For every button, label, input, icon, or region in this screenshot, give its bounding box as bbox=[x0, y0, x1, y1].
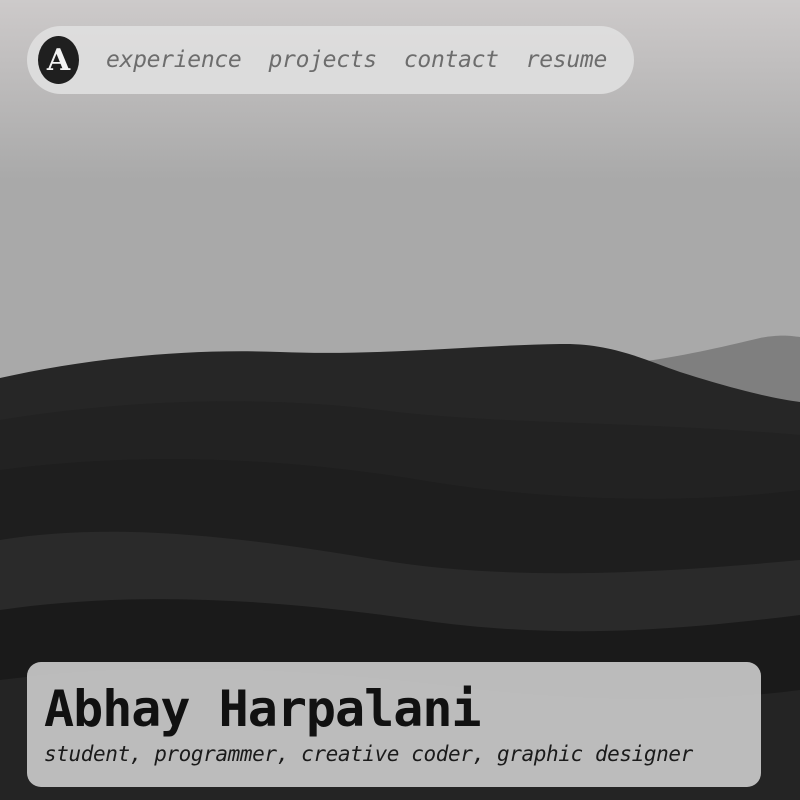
nav-link-contact[interactable]: contact bbox=[404, 47, 499, 73]
nav-link-projects[interactable]: projects bbox=[268, 47, 377, 73]
nav-link-experience[interactable]: experience bbox=[106, 47, 242, 73]
top-navigation: A experience projects contact resume bbox=[27, 26, 634, 94]
profile-card: Abhay Harpalani student, programmer, cre… bbox=[27, 662, 761, 787]
nav-link-resume[interactable]: resume bbox=[526, 47, 608, 73]
profile-name: Abhay Harpalani bbox=[44, 680, 482, 738]
profile-tagline: student, programmer, creative coder, gra… bbox=[44, 742, 693, 766]
logo-letter: A bbox=[46, 42, 71, 78]
logo-icon[interactable]: A bbox=[38, 36, 79, 84]
